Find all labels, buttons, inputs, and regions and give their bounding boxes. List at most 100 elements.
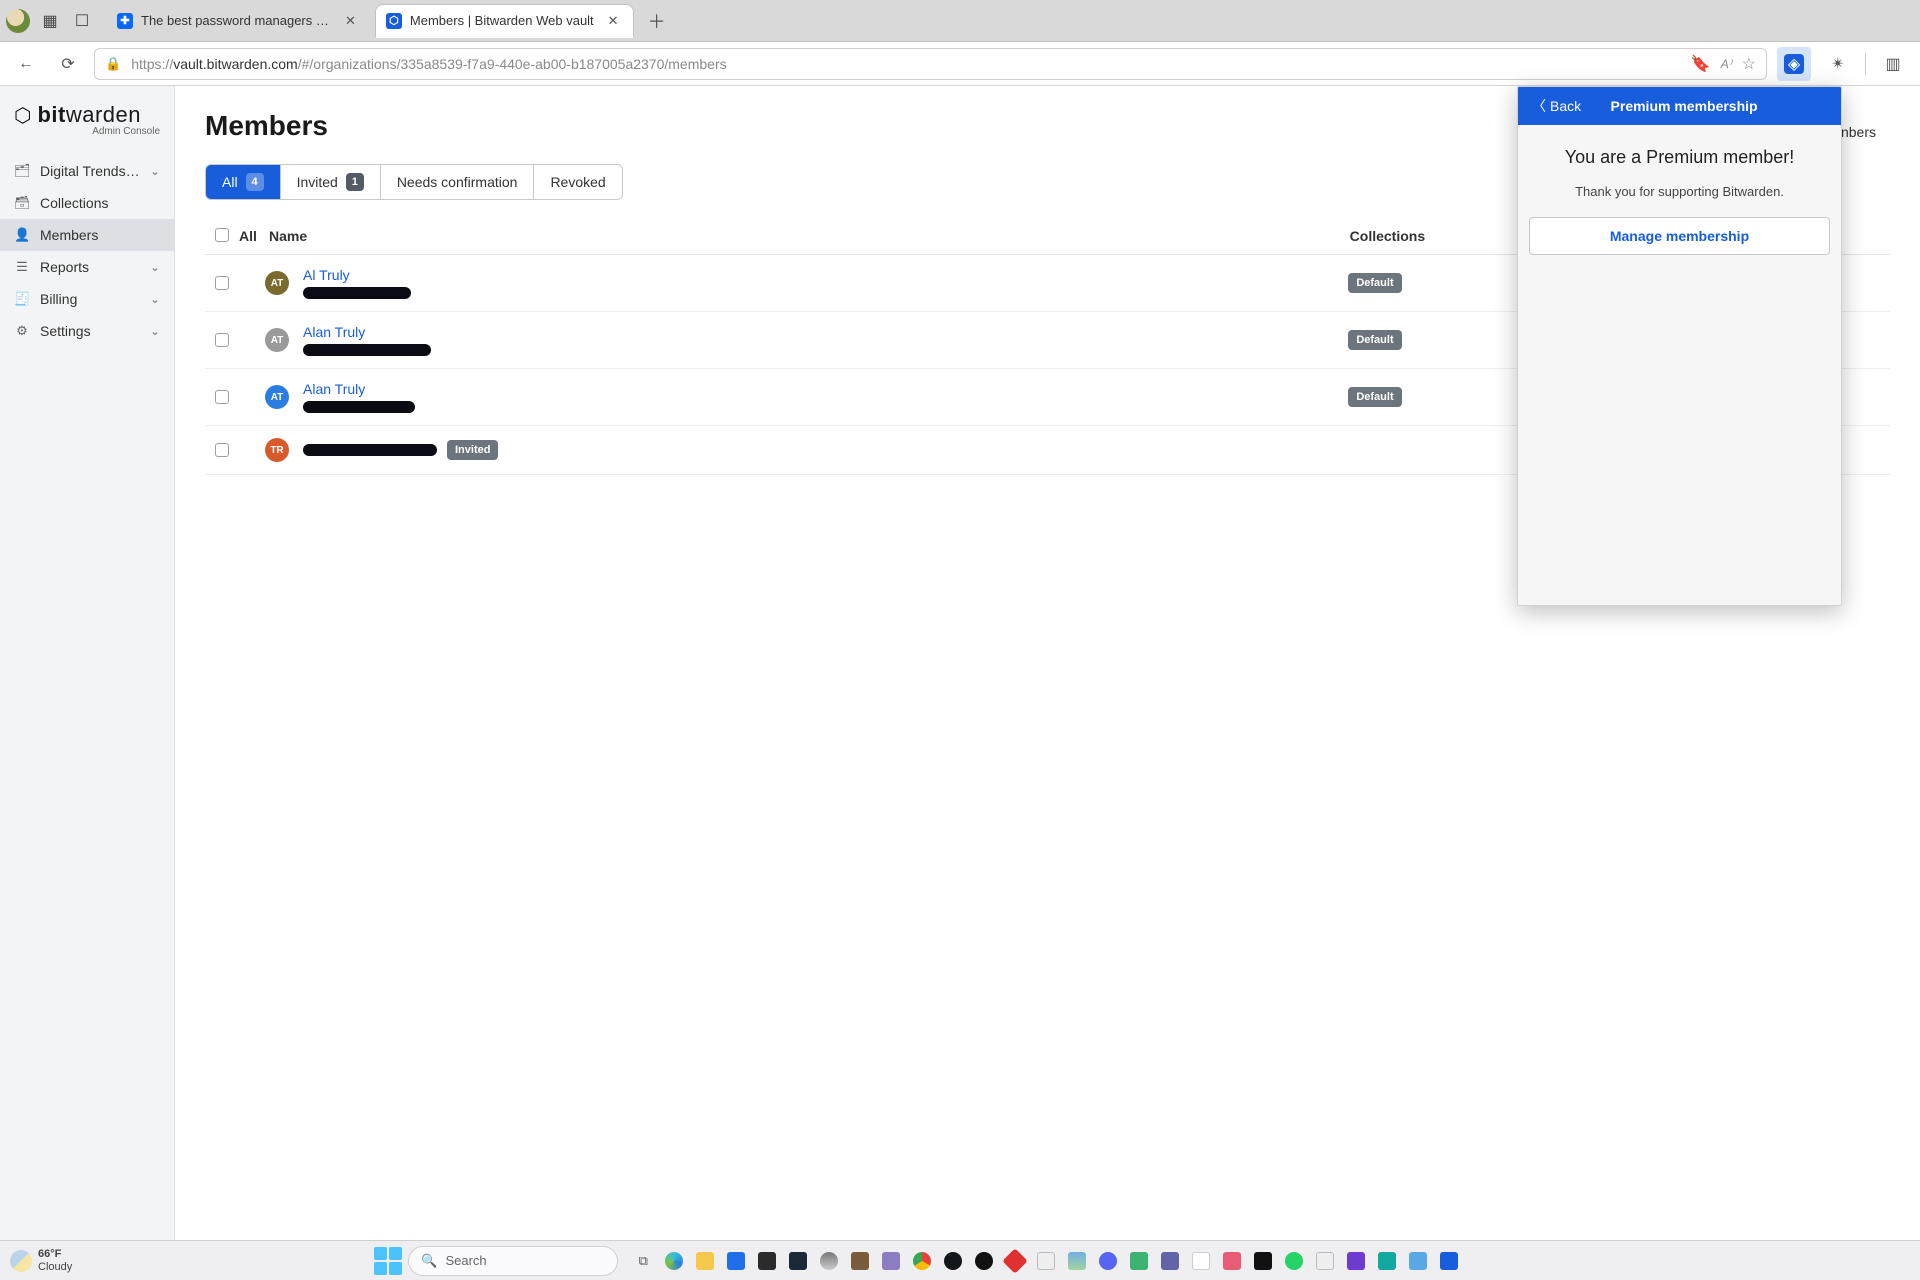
browser-tab-1[interactable]: ⬡ Members | Bitwarden Web vault ✕ — [375, 4, 634, 38]
member-name-link[interactable]: Alan Truly — [303, 324, 365, 340]
avatar: TR — [265, 438, 289, 462]
filter-tab-needs-confirmation[interactable]: Needs confirmation — [381, 165, 535, 199]
browser-address-bar: ← ⟳ 🔒 https://vault.bitwarden.com/#/orga… — [0, 42, 1920, 86]
app-icon[interactable] — [818, 1250, 840, 1272]
url-field[interactable]: 🔒 https://vault.bitwarden.com/#/organiza… — [94, 48, 1767, 80]
explorer-icon[interactable] — [694, 1250, 716, 1272]
col-check-all: All — [205, 228, 265, 244]
sidebar-item-settings[interactable]: ⚙ Settings ⌄ — [0, 315, 174, 347]
row-name-stack: Invited — [303, 440, 498, 460]
profile-avatar-icon[interactable] — [6, 9, 30, 33]
sidebar-item-reports[interactable]: ☰ Reports ⌄ — [0, 251, 174, 283]
filter-tab-count: 1 — [346, 173, 364, 191]
taskview-icon[interactable]: ⧉ — [632, 1250, 654, 1272]
member-name-link[interactable]: Al Truly — [303, 267, 350, 283]
tab-close-icon[interactable]: ✕ — [608, 13, 619, 29]
member-name-link[interactable]: Alan Truly — [303, 381, 365, 397]
sidebar-item-organization[interactable]: 🗂 Digital Trends revi... ⌄ — [0, 155, 174, 187]
sidebar-nav: 🗂 Digital Trends revi... ⌄ 🗃 Collections… — [0, 155, 174, 347]
app-icon[interactable] — [1345, 1250, 1367, 1272]
app-root: ⬡ bitwarden Admin Console 🗂 Digital Tren… — [0, 86, 1920, 1240]
split-screen-icon[interactable]: ▥ — [1876, 47, 1910, 81]
app-icon[interactable] — [973, 1250, 995, 1272]
app-icon[interactable] — [1128, 1250, 1150, 1272]
workspaces-icon[interactable]: ▦ — [38, 9, 62, 33]
start-button[interactable] — [374, 1247, 402, 1275]
app-icon[interactable] — [1376, 1250, 1398, 1272]
shopping-icon[interactable]: 🔖 — [1691, 54, 1711, 74]
app-icon[interactable] — [1035, 1250, 1057, 1272]
tab-favicon-icon: ⬡ — [386, 13, 402, 29]
filter-tab-label: Revoked — [550, 174, 605, 190]
brand-bold: bit — [37, 102, 65, 127]
avatar: AT — [265, 385, 289, 409]
extension-title: Premium membership — [1541, 98, 1827, 114]
row-checkbox[interactable] — [215, 390, 229, 404]
sidebar-item-members[interactable]: 👤 Members — [0, 219, 174, 251]
row-name-cell: AT Alan Truly — [265, 381, 1348, 413]
app-icon[interactable] — [1221, 1250, 1243, 1272]
lock-icon: 🔒 — [105, 56, 121, 72]
taskbar-search[interactable]: 🔍 Search — [408, 1246, 618, 1276]
app-icon[interactable] — [1407, 1250, 1429, 1272]
mail-icon[interactable] — [1314, 1250, 1336, 1272]
app-icon[interactable] — [1252, 1250, 1274, 1272]
app-icon[interactable] — [1190, 1250, 1212, 1272]
bitwarden-taskbar-icon[interactable] — [1438, 1250, 1460, 1272]
app-icon[interactable] — [787, 1250, 809, 1272]
teams-icon[interactable] — [1159, 1250, 1181, 1272]
row-name-stack: Alan Truly — [303, 324, 431, 356]
tab-actions-icon[interactable]: ☐ — [70, 9, 94, 33]
extension-heading: You are a Premium member! — [1528, 147, 1831, 168]
taskbar-search-placeholder: Search — [445, 1253, 486, 1268]
taskbar-weather[interactable]: 66°F Cloudy — [10, 1248, 72, 1272]
reports-icon: ☰ — [14, 259, 30, 275]
collection-badge: Default — [1348, 387, 1401, 407]
org-icon: 🗂 — [14, 163, 30, 179]
sidebar-item-label: Digital Trends revi... — [40, 163, 140, 179]
manage-membership-button[interactable]: Manage membership — [1529, 217, 1830, 255]
nav-refresh-button[interactable]: ⟳ — [52, 48, 84, 80]
app-icon[interactable] — [1004, 1250, 1026, 1272]
filter-tab-all[interactable]: All 4 — [206, 165, 281, 199]
row-name-cell: TR Invited — [265, 438, 1348, 462]
store-icon[interactable] — [725, 1250, 747, 1272]
tab-title: The best password managers for — [141, 13, 331, 28]
sidebar-item-collections[interactable]: 🗃 Collections — [0, 187, 174, 219]
row-check-cell — [205, 276, 265, 290]
extension-header: 〈 Back Premium membership — [1518, 87, 1841, 125]
read-aloud-icon[interactable]: A⁾ — [1721, 57, 1732, 71]
chrome-icon[interactable] — [911, 1250, 933, 1272]
app-icon[interactable] — [1066, 1250, 1088, 1272]
brand-sub: Admin Console — [92, 126, 160, 137]
tab-close-icon[interactable]: ✕ — [345, 13, 356, 29]
checkbox-all[interactable] — [215, 228, 229, 242]
sidebar: ⬡ bitwarden Admin Console 🗂 Digital Tren… — [0, 86, 175, 1240]
new-tab-button[interactable]: ＋ — [642, 6, 672, 36]
row-checkbox[interactable] — [215, 443, 229, 457]
steam-icon[interactable] — [942, 1250, 964, 1272]
extensions-icon[interactable]: ✴ — [1821, 47, 1855, 81]
app-icon[interactable] — [756, 1250, 778, 1272]
row-checkbox[interactable] — [215, 276, 229, 290]
weather-temp: 66°F — [38, 1248, 72, 1260]
filter-tab-revoked[interactable]: Revoked — [534, 165, 621, 199]
url-prefix: https:// — [131, 56, 173, 72]
app-icon[interactable] — [849, 1250, 871, 1272]
redacted-text — [303, 444, 437, 456]
filter-tab-invited[interactable]: Invited 1 — [281, 165, 381, 199]
bitwarden-shield-icon: ◈ — [1784, 54, 1804, 74]
edge-icon[interactable] — [663, 1250, 685, 1272]
row-checkbox[interactable] — [215, 333, 229, 347]
chevron-down-icon: ⌄ — [150, 260, 160, 274]
redacted-text — [303, 401, 415, 413]
discord-icon[interactable] — [1097, 1250, 1119, 1272]
sidebar-item-billing[interactable]: 🧾 Billing ⌄ — [0, 283, 174, 315]
nav-back-button[interactable]: ← — [10, 48, 42, 80]
sidebar-item-label: Collections — [40, 195, 108, 211]
browser-tab-0[interactable]: ✚ The best password managers for ✕ — [106, 4, 371, 38]
whatsapp-icon[interactable] — [1283, 1250, 1305, 1272]
app-icon[interactable] — [880, 1250, 902, 1272]
favorite-icon[interactable]: ☆ — [1742, 54, 1756, 74]
bitwarden-extension-button[interactable]: ◈ — [1777, 47, 1811, 81]
